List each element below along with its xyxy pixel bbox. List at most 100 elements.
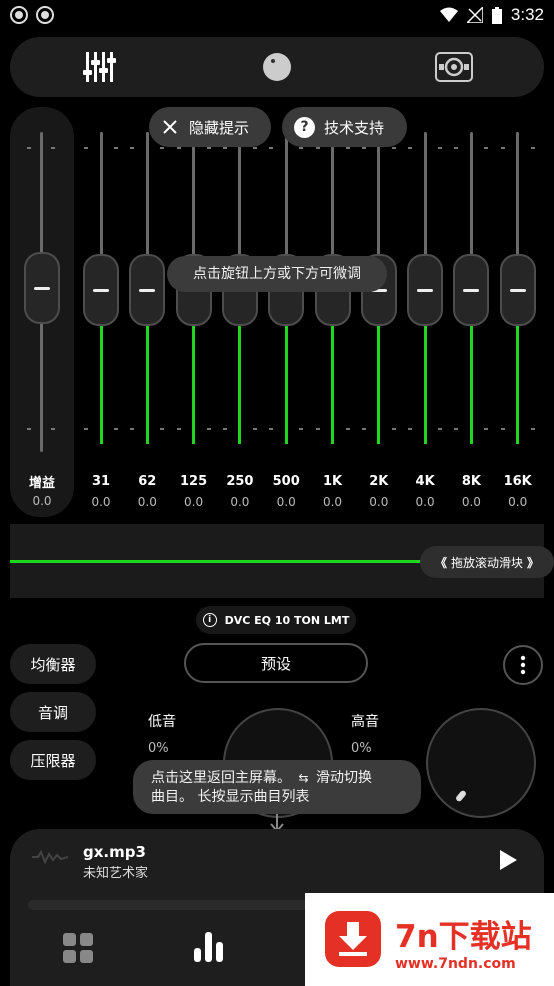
tick-mark <box>114 147 118 149</box>
speaker-icon[interactable] <box>434 48 474 86</box>
eq-knob[interactable] <box>129 254 166 326</box>
tick-mark <box>454 147 459 149</box>
tick-mark <box>222 428 227 430</box>
gain-knob[interactable] <box>24 252 60 324</box>
fine-tune-tooltip: 点击旋钮上方或下方可微调 <box>167 256 387 292</box>
tick-mark <box>315 147 320 149</box>
watermark-overlay: 7n下载站 www.7ndn.com <box>305 893 554 986</box>
eq-level-fill <box>423 323 427 444</box>
more-options-button[interactable] <box>503 645 543 685</box>
tick-mark <box>408 147 413 149</box>
eq-freq-label: 2K <box>369 474 389 489</box>
eq-knob[interactable] <box>83 254 119 326</box>
battery-icon <box>491 6 502 24</box>
tick-mark <box>269 428 274 430</box>
preset-name: DVC EQ 10 TON LMT <box>224 613 350 627</box>
current-preset-badge[interactable]: i DVC EQ 10 TON LMT <box>196 606 356 634</box>
eq-freq-label: 125 <box>180 474 208 489</box>
download-logo-icon <box>325 911 381 967</box>
bass-label: 低音 <box>148 714 176 730</box>
tick-mark <box>160 147 165 149</box>
eq-level-fill <box>145 323 149 444</box>
tick-mark <box>206 428 211 430</box>
eq-level-fill <box>238 323 242 444</box>
scroll-hint-label: 拖放滚动滑块 <box>450 555 523 570</box>
eq-level-fill <box>377 323 381 444</box>
eq-level-fill <box>99 323 103 444</box>
home-tooltip-text-b: 滑动切换 <box>315 770 372 786</box>
play-icon[interactable] <box>498 849 518 871</box>
top-nav-bar <box>10 37 544 97</box>
scroll-slider-handle[interactable]: 《 拖放滚动滑块 》 <box>420 546 554 578</box>
treble-dial-indicator <box>454 789 468 803</box>
eq-knob[interactable] <box>407 254 444 326</box>
eq-level-fill <box>469 323 473 444</box>
eq-gain-value: 0.0 <box>322 495 343 509</box>
wifi-icon <box>439 7 458 22</box>
home-tooltip: 点击这里返回主屏幕。 ⇆ 滑动切换 曲目。 长按显示曲目列表 <box>133 760 421 814</box>
more-vertical-icon <box>520 655 526 675</box>
watermark-title: 7n下载站 <box>395 919 532 955</box>
grid-apps-icon[interactable] <box>63 933 93 963</box>
tick-mark <box>361 147 366 149</box>
eq-gain-value: 0.0 <box>137 495 157 509</box>
tick-mark <box>530 147 535 149</box>
eq-freq-label: 4K <box>415 474 435 489</box>
app-notification-icon <box>36 6 54 24</box>
home-tooltip-text-c: 曲目。 长按显示曲目列表 <box>151 789 310 805</box>
watermark-url: www.7ndn.com <box>395 956 516 972</box>
tick-mark <box>299 147 304 149</box>
eq-gain-value: 0.0 <box>184 495 204 509</box>
hide-tips-button[interactable]: 隐藏提示 <box>149 107 271 147</box>
eq-gain-value: 0.0 <box>508 495 528 509</box>
eq-freq-label: 1K <box>322 474 343 489</box>
treble-dial[interactable] <box>426 708 536 818</box>
tab-tone-label: 音调 <box>37 703 68 722</box>
app-notification-icon <box>10 6 28 24</box>
tick-mark <box>408 428 413 430</box>
gain-slider-panel: 增益 0.0 <box>10 107 74 517</box>
tech-support-button[interactable]: ? 技术支持 <box>282 107 407 147</box>
tab-limiter[interactable]: 压限器 <box>10 740 96 780</box>
treble-label: 高音 <box>351 714 379 730</box>
tick-mark <box>484 428 489 430</box>
tick-mark <box>130 428 135 430</box>
tick-mark <box>299 428 304 430</box>
eq-freq-label: 8K <box>461 474 481 489</box>
tab-tone[interactable]: 音调 <box>10 692 96 732</box>
home-tooltip-text-a: 点击这里返回主屏幕。 <box>151 770 291 786</box>
tick-mark <box>130 147 135 149</box>
gain-value: 0.0 <box>32 494 52 508</box>
tick-mark <box>222 147 227 149</box>
treble-value: 0% <box>351 741 372 756</box>
equalizer-sliders-icon[interactable] <box>80 48 120 86</box>
tab-equalizer-label: 均衡器 <box>30 655 76 674</box>
eq-level-fill <box>192 323 196 444</box>
eq-gain-value: 0.0 <box>369 495 389 509</box>
eq-knob[interactable] <box>499 254 536 326</box>
tick-mark <box>454 428 459 430</box>
eq-freq-label: 500 <box>272 474 300 489</box>
tick-mark <box>176 147 181 149</box>
tick-mark <box>315 428 320 430</box>
tick-mark <box>114 428 118 430</box>
tick-mark <box>500 428 505 430</box>
track-name: gx.mp3 <box>83 843 146 861</box>
eq-knob[interactable] <box>453 254 490 326</box>
tab-limiter-label: 压限器 <box>30 751 76 770</box>
eq-level-fill <box>516 323 520 444</box>
tick-mark <box>391 147 396 149</box>
band-scroll-strip[interactable]: 《 拖放滚动滑块 》 <box>10 524 554 598</box>
equalizer-bars-icon[interactable] <box>192 930 228 962</box>
tick-mark <box>269 147 274 149</box>
knob-icon[interactable] <box>257 48 297 86</box>
tick-mark <box>484 147 489 149</box>
preset-button[interactable]: 预设 <box>184 643 368 683</box>
tick-mark <box>361 428 366 430</box>
bass-value: 0% <box>148 741 169 756</box>
tab-equalizer[interactable]: 均衡器 <box>10 644 96 684</box>
help-icon: ? <box>294 116 315 138</box>
tick-mark <box>206 147 211 149</box>
tick-mark <box>530 428 535 430</box>
eq-gain-value: 0.0 <box>230 495 250 509</box>
